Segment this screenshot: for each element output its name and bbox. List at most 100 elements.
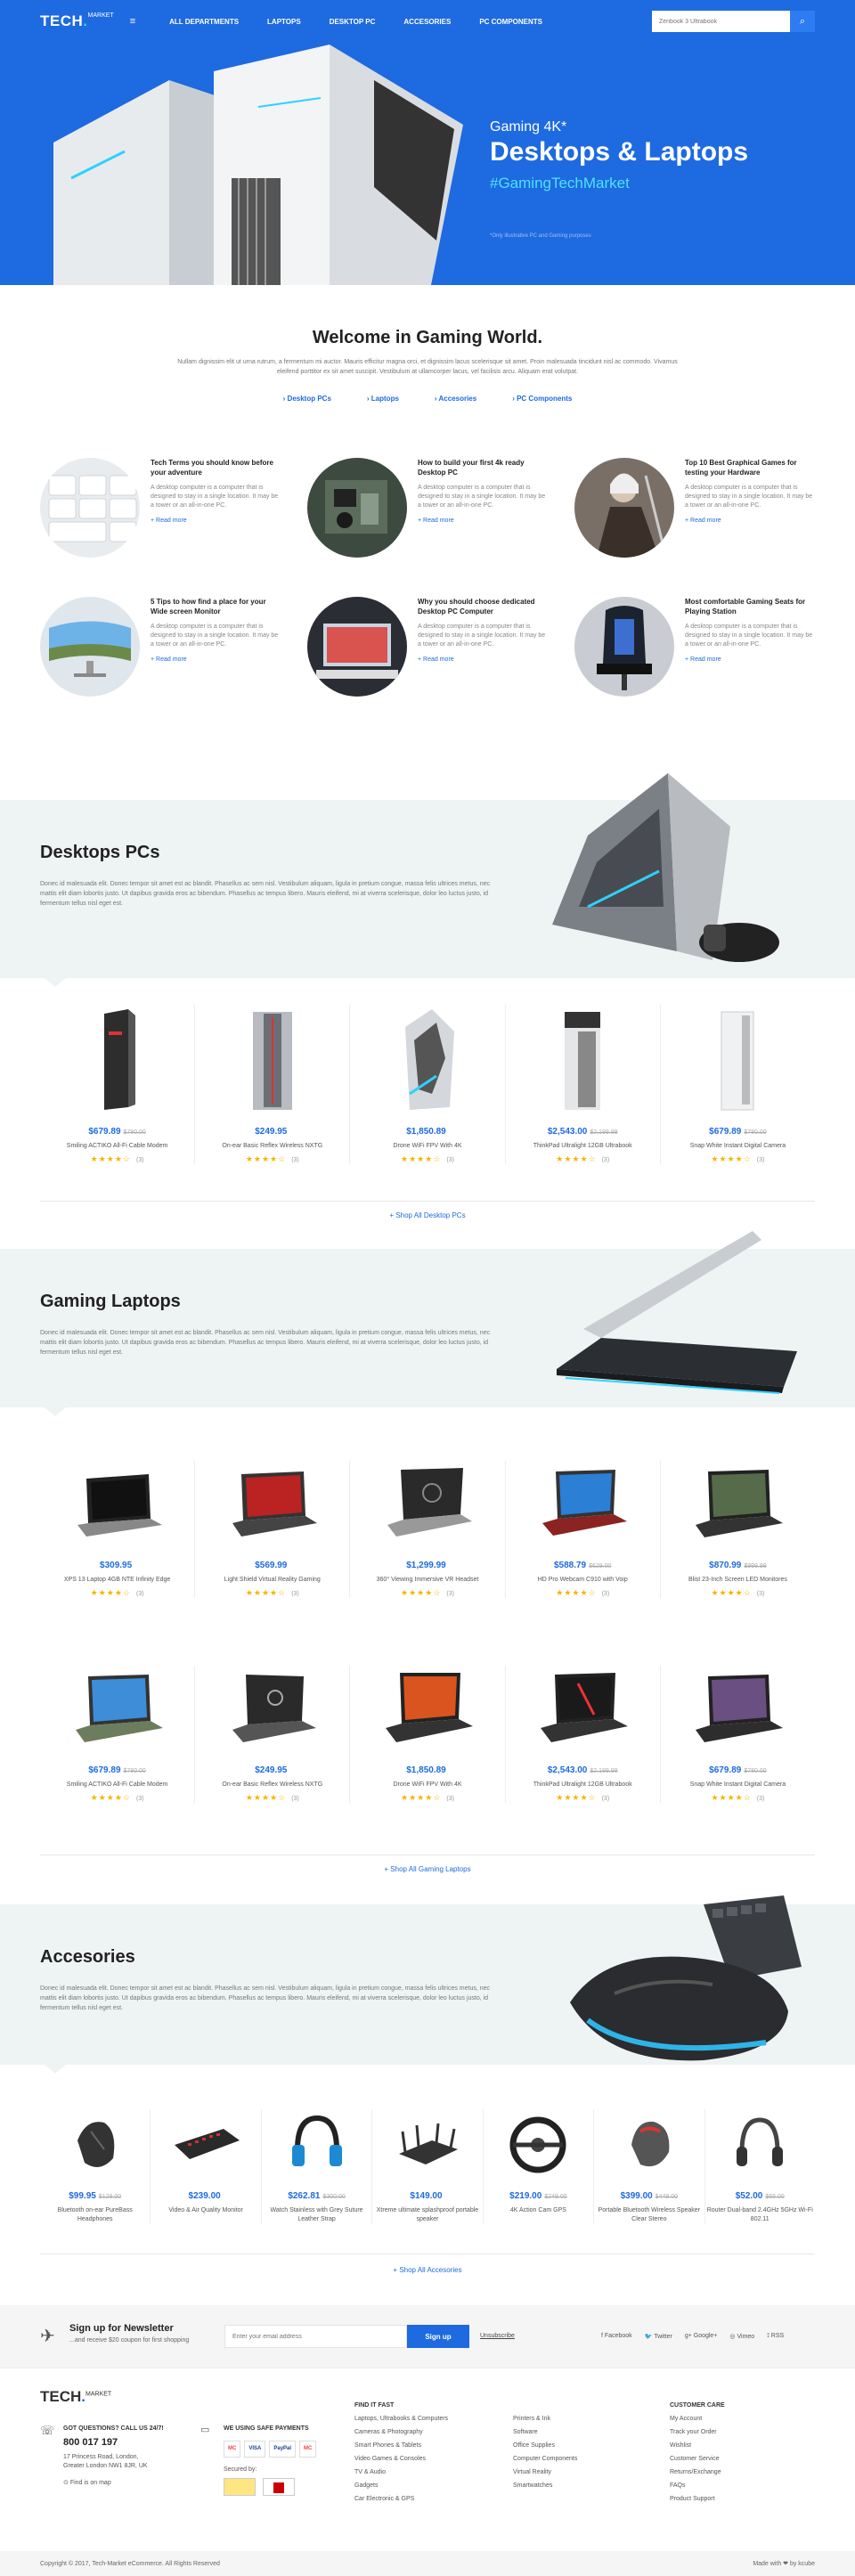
product-card[interactable]: $1,850.89 Drone WiFi FPV With 4K ★★★★☆ (3… xyxy=(350,1666,506,1803)
article-card[interactable]: Why you should choose dedicated Desktop … xyxy=(307,597,548,697)
article-card[interactable]: Tech Terms you should know before your a… xyxy=(40,458,281,558)
product-card[interactable]: $249.95 On-ear Basic Reflex Wireless NXT… xyxy=(195,1005,351,1164)
nav-all-departments[interactable]: ALL DEPARTMENTS xyxy=(169,18,239,26)
product-card[interactable]: $2,543.00 $2,199.99 ThinkPad Ultralight 1… xyxy=(506,1005,661,1164)
product-card[interactable]: $569.99 Light Shield Virtual Reality Gam… xyxy=(195,1461,351,1598)
product-name[interactable]: Drone WiFi FPV With 4K xyxy=(350,1142,504,1151)
menu-icon[interactable]: ≡ xyxy=(130,16,135,27)
product-name[interactable]: Router Dual-band 2.4GHz 5GHz Wi-Fi 802.1… xyxy=(705,2206,815,2224)
link-desktop-pcs[interactable]: › Desktop PCs xyxy=(283,395,331,403)
footer-link[interactable]: Video Games & Consoles xyxy=(354,2452,448,2466)
read-more-link[interactable]: + Read more xyxy=(151,518,281,524)
product-name[interactable]: Snap White Instant Digital Camera xyxy=(661,1781,815,1789)
footer-link[interactable]: Car Electronic & GPS xyxy=(354,2492,448,2506)
product-name[interactable]: On-ear Basic Reflex Wireless NXTG xyxy=(195,1781,349,1789)
product-name[interactable]: ThinkPad Ultralight 12GB Ultrabook xyxy=(506,1142,660,1151)
footer-link[interactable]: Customer Service xyxy=(670,2452,725,2466)
product-card[interactable]: $239.00 Video & Air Quality Monitor xyxy=(151,2109,262,2224)
footer-link[interactable]: Cameras & Photography xyxy=(354,2425,448,2439)
article-card[interactable]: 5 Tips to how find a place for your Wide… xyxy=(40,597,281,697)
nav-pc-components[interactable]: PC COMPONENTS xyxy=(479,18,542,26)
read-more-link[interactable]: + Read more xyxy=(418,518,548,524)
product-card[interactable]: $309.95 XPS 13 Laptop 4GB NTE Infinity E… xyxy=(40,1461,196,1598)
article-title[interactable]: 5 Tips to how find a place for your Wide… xyxy=(151,597,281,616)
link-accesories[interactable]: › Accesories xyxy=(435,395,476,403)
googleplus-link[interactable]: g+ Google+ xyxy=(685,2333,718,2340)
footer-logo[interactable]: TECH.MARKET xyxy=(40,2388,111,2406)
search-input[interactable] xyxy=(652,11,790,32)
product-name[interactable]: 4K Action Cam GPS xyxy=(484,2206,593,2215)
product-name[interactable]: Portable Bluetooth Wireless Speaker Clea… xyxy=(594,2206,704,2224)
product-name[interactable]: 360° Viewing Immersive VR Headset xyxy=(350,1576,504,1585)
product-card[interactable]: $679.89 $780.00 Smiling ACTIKO All-Fi Cab… xyxy=(40,1005,196,1164)
footer-link[interactable]: Returns/Exchange xyxy=(670,2466,725,2479)
product-name[interactable]: ThinkPad Ultralight 12GB Ultrabook xyxy=(506,1781,660,1789)
footer-link[interactable]: Track your Order xyxy=(670,2425,725,2439)
read-more-link[interactable]: + Read more xyxy=(685,518,815,524)
rss-link[interactable]: ⟟ RSS xyxy=(767,2333,784,2340)
footer-link[interactable]: Virtual Reality xyxy=(513,2466,577,2479)
link-pc-components[interactable]: › PC Components xyxy=(512,395,572,403)
product-name[interactable]: Light Shield Virtual Reality Gaming xyxy=(195,1576,349,1585)
nav-desktop-pc[interactable]: DESKTOP PC xyxy=(330,18,376,26)
product-card[interactable]: $679.89 $780.00 Smiling ACTIKO All-Fi Cab… xyxy=(40,1666,196,1803)
shop-all-laptops-link[interactable]: + Shop All Gaming Laptops xyxy=(0,1865,855,1873)
product-name[interactable]: HD Pro Webcam C910 with Voip xyxy=(506,1576,660,1585)
search-button[interactable]: ⌕ xyxy=(790,11,815,32)
read-more-link[interactable]: + Read more xyxy=(685,656,815,663)
footer-link[interactable]: Office Supplies xyxy=(513,2439,577,2452)
footer-link[interactable]: My Account xyxy=(670,2412,725,2425)
footer-link[interactable]: TV & Audio xyxy=(354,2466,448,2479)
article-card[interactable]: Top 10 Best Graphical Games for testing … xyxy=(574,458,815,558)
read-more-link[interactable]: + Read more xyxy=(418,656,548,663)
product-name[interactable]: On-ear Basic Reflex Wireless NXTG xyxy=(195,1142,349,1151)
product-card[interactable]: $219.00 $249.00 4K Action Cam GPS xyxy=(484,2109,595,2224)
footer-link[interactable]: Computer Components xyxy=(513,2452,577,2466)
product-name[interactable]: Xtreme ultimate splashproof portable spe… xyxy=(372,2206,482,2224)
footer-link[interactable]: Wishlist xyxy=(670,2439,725,2452)
product-name[interactable]: Smiling ACTIKO All-Fi Cable Modem xyxy=(40,1142,194,1151)
unsubscribe-link[interactable]: Unsubscribe xyxy=(480,2333,515,2339)
article-title[interactable]: Why you should choose dedicated Desktop … xyxy=(418,597,548,616)
facebook-link[interactable]: f Facebook xyxy=(601,2333,632,2340)
product-name[interactable]: Bluetooth on-ear PureBass Headphones xyxy=(40,2206,150,2224)
nav-accessories[interactable]: ACCESORIES xyxy=(403,18,451,26)
footer-link[interactable]: FAQs xyxy=(670,2479,725,2492)
article-card[interactable]: Most comfortable Gaming Seats for Playin… xyxy=(574,597,815,697)
footer-link[interactable]: Smartwatches xyxy=(513,2479,577,2492)
product-card[interactable]: $588.79 $629.00 HD Pro Webcam C910 with V… xyxy=(506,1461,661,1598)
product-name[interactable]: Drone WiFi FPV With 4K xyxy=(350,1781,504,1789)
shop-all-desktops-link[interactable]: + Shop All Desktop PCs xyxy=(0,1211,855,1219)
nav-laptops[interactable]: LAPTOPS xyxy=(267,18,301,26)
contact-phone[interactable]: 800 017 197 xyxy=(63,2435,164,2450)
article-title[interactable]: Most comfortable Gaming Seats for Playin… xyxy=(685,597,815,616)
product-card[interactable]: $249.95 On-ear Basic Reflex Wireless NXT… xyxy=(195,1666,351,1803)
product-name[interactable]: Blist 23-Inch Screen LED Monitores xyxy=(661,1576,815,1585)
footer-link[interactable]: Smart Phones & Tablets xyxy=(354,2439,448,2452)
site-logo[interactable]: TECH.MARKET xyxy=(40,12,114,30)
footer-link[interactable]: Product Support xyxy=(670,2492,725,2506)
product-card[interactable]: $2,543.00 $2,199.99 ThinkPad Ultralight 1… xyxy=(506,1666,661,1803)
product-name[interactable]: XPS 13 Laptop 4GB NTE Infinity Edge xyxy=(40,1576,194,1585)
product-card[interactable]: $399.00 $449.00 Portable Bluetooth Wirele… xyxy=(594,2109,705,2224)
signup-button[interactable]: Sign up xyxy=(407,2325,469,2348)
product-name[interactable]: Watch Stainless with Grey Suture Leather… xyxy=(262,2206,371,2224)
product-card[interactable]: $262.81 $300.00 Watch Stainless with Grey… xyxy=(262,2109,373,2224)
hero-hashtag[interactable]: #GamingTechMarket xyxy=(490,175,748,192)
product-name[interactable]: Snap White Instant Digital Camera xyxy=(661,1142,815,1151)
footer-link[interactable]: Gadgets xyxy=(354,2479,448,2492)
product-card[interactable]: $99.95 $129.00 Bluetooth on-ear PureBass … xyxy=(40,2109,151,2224)
product-card[interactable]: $1,299.99 360° Viewing Immersive VR Head… xyxy=(350,1461,506,1598)
product-name[interactable]: Video & Air Quality Monitor xyxy=(151,2206,260,2215)
article-title[interactable]: Top 10 Best Graphical Games for testing … xyxy=(685,458,815,477)
product-card[interactable]: $870.99 $999.99 Blist 23-Inch Screen LED … xyxy=(661,1461,815,1598)
link-laptops[interactable]: › Laptops xyxy=(367,395,399,403)
product-card[interactable]: $679.89 $780.00 Snap White Instant Digita… xyxy=(661,1005,815,1164)
footer-link[interactable]: Laptops, Ultrabooks & Computers xyxy=(354,2412,448,2425)
vimeo-link[interactable]: ◎ Vimeo xyxy=(729,2333,754,2340)
newsletter-email-input[interactable] xyxy=(224,2325,407,2348)
footer-link[interactable]: Software xyxy=(513,2425,577,2439)
article-title[interactable]: Tech Terms you should know before your a… xyxy=(151,458,281,477)
twitter-link[interactable]: 🐦 Twitter xyxy=(645,2333,672,2340)
article-card[interactable]: How to build your first 4k ready Desktop… xyxy=(307,458,548,558)
